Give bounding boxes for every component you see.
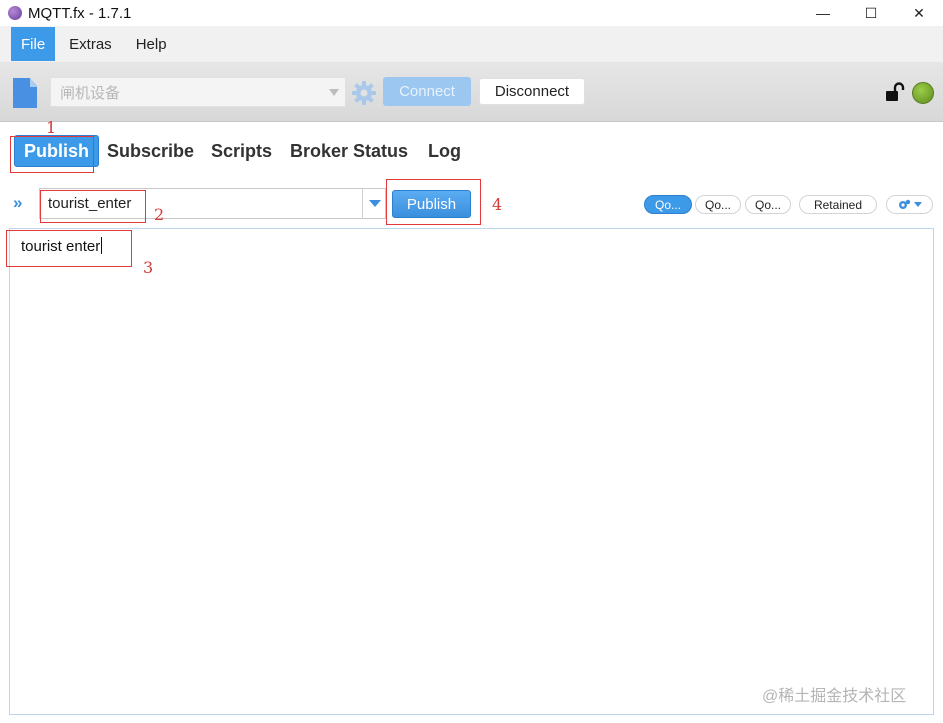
annotation-box-3 bbox=[6, 230, 132, 267]
minimize-button[interactable]: — bbox=[799, 0, 847, 26]
topic-dropdown-button[interactable] bbox=[362, 188, 386, 219]
annotation-number-2: 2 bbox=[154, 205, 165, 224]
qos1-button[interactable]: Qo... bbox=[695, 195, 741, 214]
tab-subscribe[interactable]: Subscribe bbox=[107, 135, 194, 167]
connection-profile-select[interactable]: 闸机设备 bbox=[50, 77, 346, 107]
annotation-box-4 bbox=[386, 179, 481, 225]
annotation-box-1 bbox=[10, 136, 94, 173]
publish-options-button[interactable] bbox=[886, 195, 933, 214]
main-tabs: Publish Subscribe Scripts Broker Status … bbox=[0, 122, 943, 182]
gear-icon bbox=[899, 199, 911, 209]
retained-button[interactable]: Retained bbox=[799, 195, 877, 214]
chevron-down-icon bbox=[329, 89, 339, 96]
chevron-down-icon bbox=[914, 202, 922, 207]
gear-icon[interactable] bbox=[351, 80, 377, 106]
watermark: @稀土掘金技术社区 bbox=[762, 688, 907, 705]
window-title: MQTT.fx - 1.7.1 bbox=[28, 4, 132, 22]
connect-button[interactable]: Connect bbox=[383, 77, 471, 106]
expand-chevron-icon[interactable]: » bbox=[13, 193, 22, 213]
disconnect-button[interactable]: Disconnect bbox=[479, 78, 585, 105]
menu-extras[interactable]: Extras bbox=[59, 27, 122, 61]
app-icon bbox=[8, 6, 22, 20]
annotation-number-1: 1 bbox=[46, 118, 57, 137]
menu-help[interactable]: Help bbox=[126, 27, 177, 61]
qos2-button[interactable]: Qo... bbox=[745, 195, 791, 214]
menu-file[interactable]: File bbox=[11, 27, 56, 61]
connection-toolbar: 闸机设备 Connect Disconnect bbox=[0, 62, 943, 122]
tab-broker-status[interactable]: Broker Status bbox=[290, 135, 408, 167]
annotation-box-2 bbox=[40, 190, 146, 223]
qos0-button[interactable]: Qo... bbox=[644, 195, 692, 214]
connection-profile-value: 闸机设备 bbox=[60, 84, 121, 102]
tab-log[interactable]: Log bbox=[428, 135, 461, 167]
status-light-icon bbox=[912, 82, 934, 104]
payload-editor[interactable]: tourist enter bbox=[9, 228, 934, 715]
tab-scripts[interactable]: Scripts bbox=[211, 135, 272, 167]
annotation-number-4: 4 bbox=[492, 195, 503, 214]
file-icon-fold bbox=[30, 78, 37, 87]
chevron-down-icon bbox=[369, 200, 381, 207]
title-bar: MQTT.fx - 1.7.1 — ☐ ✕ bbox=[0, 0, 943, 26]
window-controls: — ☐ ✕ bbox=[799, 0, 943, 26]
menu-bar: File Extras Help bbox=[0, 26, 943, 62]
close-button[interactable]: ✕ bbox=[895, 0, 943, 26]
lock-open-icon bbox=[886, 82, 905, 101]
maximize-button[interactable]: ☐ bbox=[847, 0, 895, 26]
annotation-number-3: 3 bbox=[143, 258, 154, 277]
